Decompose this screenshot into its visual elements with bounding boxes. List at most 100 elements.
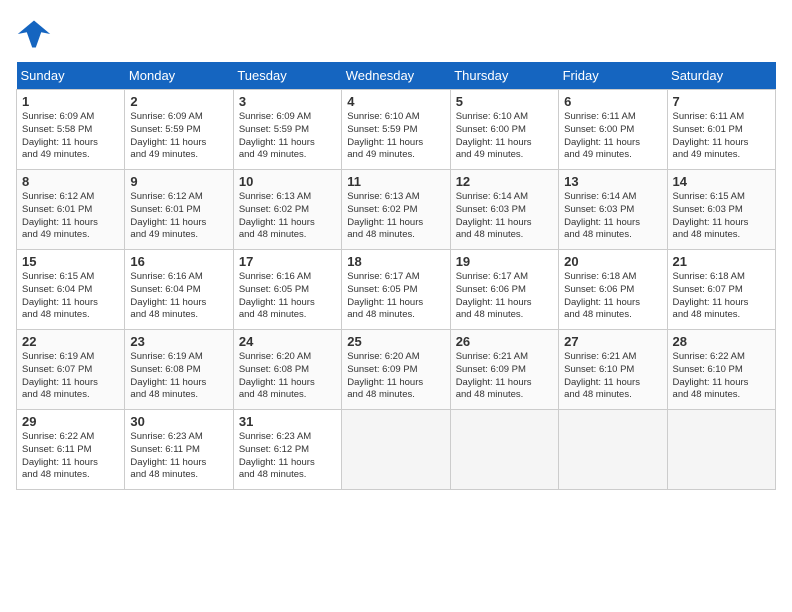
weekday-header-monday: Monday — [125, 62, 233, 90]
calendar-table: SundayMondayTuesdayWednesdayThursdayFrid… — [16, 62, 776, 490]
calendar-week-4: 22 Sunrise: 6:19 AMSunset: 6:07 PMDayligh… — [17, 330, 776, 410]
day-info: Sunrise: 6:13 AMSunset: 6:02 PMDaylight:… — [239, 191, 336, 242]
day-number: 24 — [239, 334, 336, 349]
calendar-cell: 19 Sunrise: 6:17 AMSunset: 6:06 PMDayligh… — [450, 250, 558, 330]
day-number: 28 — [673, 334, 770, 349]
day-info: Sunrise: 6:09 AMSunset: 5:58 PMDaylight:… — [22, 111, 119, 162]
calendar-cell: 10 Sunrise: 6:13 AMSunset: 6:02 PMDayligh… — [233, 170, 341, 250]
day-info: Sunrise: 6:10 AMSunset: 5:59 PMDaylight:… — [347, 111, 444, 162]
calendar-cell: 15 Sunrise: 6:15 AMSunset: 6:04 PMDayligh… — [17, 250, 125, 330]
calendar-cell: 6 Sunrise: 6:11 AMSunset: 6:00 PMDaylight… — [559, 90, 667, 170]
day-number: 30 — [130, 414, 227, 429]
calendar-cell: 27Sunrise: 6:21 AMSunset: 6:10 PMDayligh… — [559, 330, 667, 410]
day-info: Sunrise: 6:15 AMSunset: 6:03 PMDaylight:… — [673, 191, 770, 242]
weekday-header-friday: Friday — [559, 62, 667, 90]
calendar-body: 1 Sunrise: 6:09 AMSunset: 5:58 PMDaylight… — [17, 90, 776, 490]
day-number: 26 — [456, 334, 553, 349]
day-info: Sunrise: 6:11 AMSunset: 6:00 PMDaylight:… — [564, 111, 661, 162]
day-number: 1 — [22, 94, 119, 109]
logo-bird-icon — [16, 16, 52, 52]
day-info: Sunrise: 6:18 AMSunset: 6:07 PMDaylight:… — [673, 271, 770, 322]
calendar-cell: 3Sunrise: 6:09 AMSunset: 5:59 PMDaylight… — [233, 90, 341, 170]
day-info: Sunrise: 6:09 AMSunset: 5:59 PMDaylight:… — [130, 111, 227, 162]
calendar-cell — [559, 410, 667, 490]
calendar-cell: 13 Sunrise: 6:14 AMSunset: 6:03 PMDayligh… — [559, 170, 667, 250]
weekday-header-tuesday: Tuesday — [233, 62, 341, 90]
calendar-cell: 9 Sunrise: 6:12 AMSunset: 6:01 PMDaylight… — [125, 170, 233, 250]
calendar-cell: 1 Sunrise: 6:09 AMSunset: 5:58 PMDaylight… — [17, 90, 125, 170]
day-number: 25 — [347, 334, 444, 349]
calendar-cell: 14 Sunrise: 6:15 AMSunset: 6:03 PMDayligh… — [667, 170, 775, 250]
day-info: Sunrise: 6:18 AMSunset: 6:06 PMDaylight:… — [564, 271, 661, 322]
day-info: Sunrise: 6:23 AMSunset: 6:11 PMDaylight:… — [130, 431, 227, 482]
day-number: 8 — [22, 174, 119, 189]
day-number: 19 — [456, 254, 553, 269]
calendar-cell: 26 Sunrise: 6:21 AMSunset: 6:09 PMDayligh… — [450, 330, 558, 410]
day-number: 5 — [456, 94, 553, 109]
calendar-cell: 12Sunrise: 6:14 AMSunset: 6:03 PMDayligh… — [450, 170, 558, 250]
day-info: Sunrise: 6:20 AMSunset: 6:09 PMDaylight:… — [347, 351, 444, 402]
day-info: Sunrise: 6:13 AMSunset: 6:02 PMDaylight:… — [347, 191, 444, 242]
day-number: 13 — [564, 174, 661, 189]
day-number: 7 — [673, 94, 770, 109]
day-info: Sunrise: 6:14 AMSunset: 6:03 PMDaylight:… — [564, 191, 661, 242]
day-info: Sunrise: 6:14 AMSunset: 6:03 PMDaylight:… — [456, 191, 553, 242]
day-info: Sunrise: 6:12 AMSunset: 6:01 PMDaylight:… — [22, 191, 119, 242]
calendar-cell: 21 Sunrise: 6:18 AMSunset: 6:07 PMDayligh… — [667, 250, 775, 330]
weekday-header-row: SundayMondayTuesdayWednesdayThursdayFrid… — [17, 62, 776, 90]
calendar-cell: 30 Sunrise: 6:23 AMSunset: 6:11 PMDayligh… — [125, 410, 233, 490]
calendar-cell: 28 Sunrise: 6:22 AMSunset: 6:10 PMDayligh… — [667, 330, 775, 410]
weekday-header-wednesday: Wednesday — [342, 62, 450, 90]
day-number: 2 — [130, 94, 227, 109]
day-number: 11 — [347, 174, 444, 189]
calendar-week-1: 1 Sunrise: 6:09 AMSunset: 5:58 PMDaylight… — [17, 90, 776, 170]
day-number: 22 — [22, 334, 119, 349]
calendar-cell: 24 Sunrise: 6:20 AMSunset: 6:08 PMDayligh… — [233, 330, 341, 410]
day-number: 16 — [130, 254, 227, 269]
day-number: 18 — [347, 254, 444, 269]
calendar-cell: 22 Sunrise: 6:19 AMSunset: 6:07 PMDayligh… — [17, 330, 125, 410]
day-info: Sunrise: 6:12 AMSunset: 6:01 PMDaylight:… — [130, 191, 227, 242]
calendar-cell: 20Sunrise: 6:18 AMSunset: 6:06 PMDayligh… — [559, 250, 667, 330]
day-number: 6 — [564, 94, 661, 109]
calendar-cell: 4 Sunrise: 6:10 AMSunset: 5:59 PMDaylight… — [342, 90, 450, 170]
day-info: Sunrise: 6:20 AMSunset: 6:08 PMDaylight:… — [239, 351, 336, 402]
day-number: 21 — [673, 254, 770, 269]
calendar-cell: 5 Sunrise: 6:10 AMSunset: 6:00 PMDaylight… — [450, 90, 558, 170]
day-info: Sunrise: 6:16 AMSunset: 6:04 PMDaylight:… — [130, 271, 227, 322]
day-info: Sunrise: 6:10 AMSunset: 6:00 PMDaylight:… — [456, 111, 553, 162]
calendar-cell: 7 Sunrise: 6:11 AMSunset: 6:01 PMDaylight… — [667, 90, 775, 170]
day-number: 9 — [130, 174, 227, 189]
calendar-cell — [342, 410, 450, 490]
calendar-cell: 29Sunrise: 6:22 AMSunset: 6:11 PMDayligh… — [17, 410, 125, 490]
day-info: Sunrise: 6:09 AMSunset: 5:59 PMDaylight:… — [239, 111, 336, 162]
calendar-cell: 25 Sunrise: 6:20 AMSunset: 6:09 PMDayligh… — [342, 330, 450, 410]
calendar-cell: 16 Sunrise: 6:16 AMSunset: 6:04 PMDayligh… — [125, 250, 233, 330]
day-number: 10 — [239, 174, 336, 189]
calendar-cell: 31Sunrise: 6:23 AMSunset: 6:12 PMDayligh… — [233, 410, 341, 490]
day-info: Sunrise: 6:19 AMSunset: 6:07 PMDaylight:… — [22, 351, 119, 402]
calendar-cell: 11 Sunrise: 6:13 AMSunset: 6:02 PMDayligh… — [342, 170, 450, 250]
day-info: Sunrise: 6:15 AMSunset: 6:04 PMDaylight:… — [22, 271, 119, 322]
day-info: Sunrise: 6:19 AMSunset: 6:08 PMDaylight:… — [130, 351, 227, 402]
day-number: 14 — [673, 174, 770, 189]
day-info: Sunrise: 6:21 AMSunset: 6:09 PMDaylight:… — [456, 351, 553, 402]
calendar-cell: 17Sunrise: 6:16 AMSunset: 6:05 PMDayligh… — [233, 250, 341, 330]
day-info: Sunrise: 6:17 AMSunset: 6:05 PMDaylight:… — [347, 271, 444, 322]
day-info: Sunrise: 6:11 AMSunset: 6:01 PMDaylight:… — [673, 111, 770, 162]
weekday-header-saturday: Saturday — [667, 62, 775, 90]
calendar-cell: 23Sunrise: 6:19 AMSunset: 6:08 PMDayligh… — [125, 330, 233, 410]
logo — [16, 16, 56, 52]
calendar-cell — [450, 410, 558, 490]
calendar-cell — [667, 410, 775, 490]
day-info: Sunrise: 6:17 AMSunset: 6:06 PMDaylight:… — [456, 271, 553, 322]
page-header — [16, 16, 776, 52]
calendar-week-5: 29Sunrise: 6:22 AMSunset: 6:11 PMDayligh… — [17, 410, 776, 490]
day-info: Sunrise: 6:22 AMSunset: 6:10 PMDaylight:… — [673, 351, 770, 402]
weekday-header-thursday: Thursday — [450, 62, 558, 90]
calendar-cell: 18 Sunrise: 6:17 AMSunset: 6:05 PMDayligh… — [342, 250, 450, 330]
day-number: 15 — [22, 254, 119, 269]
day-number: 4 — [347, 94, 444, 109]
calendar-week-3: 15 Sunrise: 6:15 AMSunset: 6:04 PMDayligh… — [17, 250, 776, 330]
calendar-cell: 2 Sunrise: 6:09 AMSunset: 5:59 PMDaylight… — [125, 90, 233, 170]
